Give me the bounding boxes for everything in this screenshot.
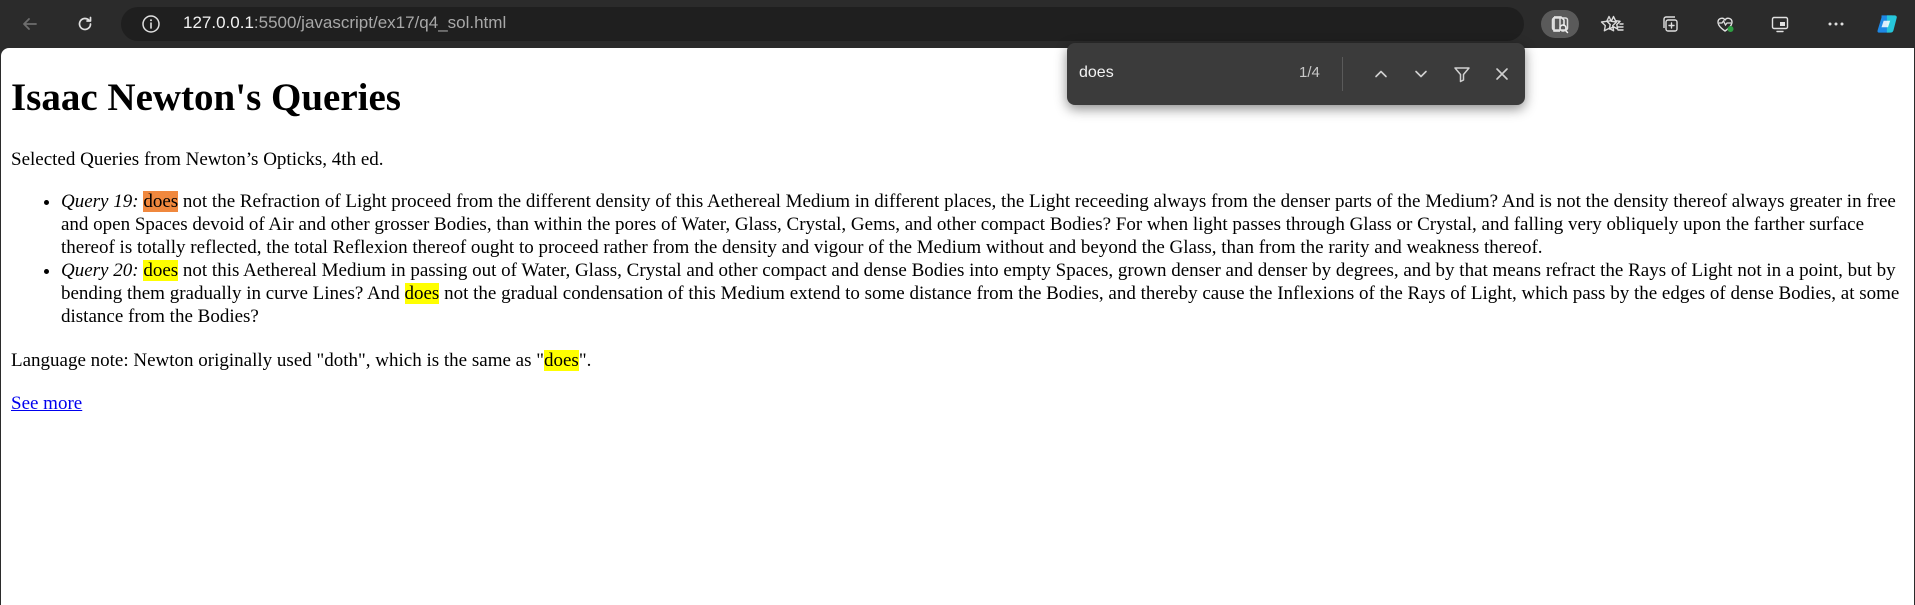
language-note: Language note: Newton originally used "d…: [11, 350, 591, 372]
settings-and-more-button[interactable]: [1820, 8, 1852, 40]
favorites-icon: [1606, 15, 1624, 31]
previous-match-button[interactable]: [1367, 60, 1395, 88]
queries-list: Query 19: does not the Refraction of Lig…: [11, 190, 1906, 328]
search-highlight: does: [404, 283, 440, 304]
chevron-up-icon: [1375, 70, 1387, 78]
list-item: Query 20: does not this Aethereal Medium…: [61, 259, 1906, 328]
screenshot-button[interactable]: [1764, 8, 1796, 40]
copilot-icon: [1877, 15, 1897, 33]
url-host: 127.0.0.1: [183, 13, 254, 32]
heart-pulse-icon: [1717, 17, 1734, 32]
address-bar[interactable]: 127.0.0.1:5500/javascript/ex17/q4_sol.ht…: [121, 7, 1618, 41]
split-screen-icon: [1551, 17, 1569, 31]
close-find-button[interactable]: [1488, 60, 1516, 88]
page-viewport: Isaac Newton's Queries Selected Queries …: [1, 48, 1914, 605]
favorites-button[interactable]: [1599, 8, 1631, 40]
list-item: Query 19: does not the Refraction of Lig…: [61, 190, 1906, 259]
browser-toolbar: 127.0.0.1:5500/javascript/ex17/q4_sol.ht…: [0, 0, 1915, 48]
current-search-highlight: does: [143, 191, 179, 212]
find-bar: 1/4: [1067, 43, 1525, 105]
see-more-link[interactable]: See more: [11, 393, 82, 415]
more-dots-icon: [1828, 22, 1844, 26]
divider: [1342, 57, 1343, 91]
search-highlight: does: [543, 350, 579, 371]
refresh-icon: [78, 16, 92, 31]
find-options-button[interactable]: [1448, 60, 1476, 88]
collections-icon: [1663, 16, 1678, 32]
back-button[interactable]: [14, 8, 46, 40]
page-title: Isaac Newton's Queries: [11, 76, 401, 119]
web-capture-icon: [1771, 16, 1789, 33]
intro-text: Selected Queries from Newton’s Opticks, …: [11, 149, 384, 170]
url-text[interactable]: 127.0.0.1:5500/javascript/ex17/q4_sol.ht…: [183, 13, 506, 33]
note-text: Language note: Newton originally used "d…: [11, 350, 544, 371]
note-text-end: ".: [578, 350, 592, 371]
browser-essentials-button[interactable]: [1709, 8, 1741, 40]
info-icon[interactable]: [141, 14, 161, 34]
filter-icon: [1454, 67, 1470, 83]
next-match-button[interactable]: [1407, 60, 1435, 88]
chevron-down-icon: [1415, 70, 1427, 78]
split-screen-button[interactable]: [1544, 8, 1576, 40]
url-path: :5500/javascript/ex17/q4_sol.html: [253, 13, 507, 32]
query-label: Query 19:: [61, 191, 139, 212]
query-text: not the Refraction of Light proceed from…: [61, 191, 1896, 258]
close-icon: [1496, 68, 1508, 80]
find-input[interactable]: [1077, 57, 1329, 89]
copilot-button[interactable]: [1872, 8, 1904, 40]
search-highlight: does: [143, 260, 179, 281]
query-label: Query 20:: [61, 260, 139, 281]
match-count: 1/4: [1299, 64, 1320, 81]
refresh-button[interactable]: [69, 8, 101, 40]
collections-button[interactable]: [1654, 8, 1686, 40]
back-arrow-icon: [23, 18, 37, 30]
